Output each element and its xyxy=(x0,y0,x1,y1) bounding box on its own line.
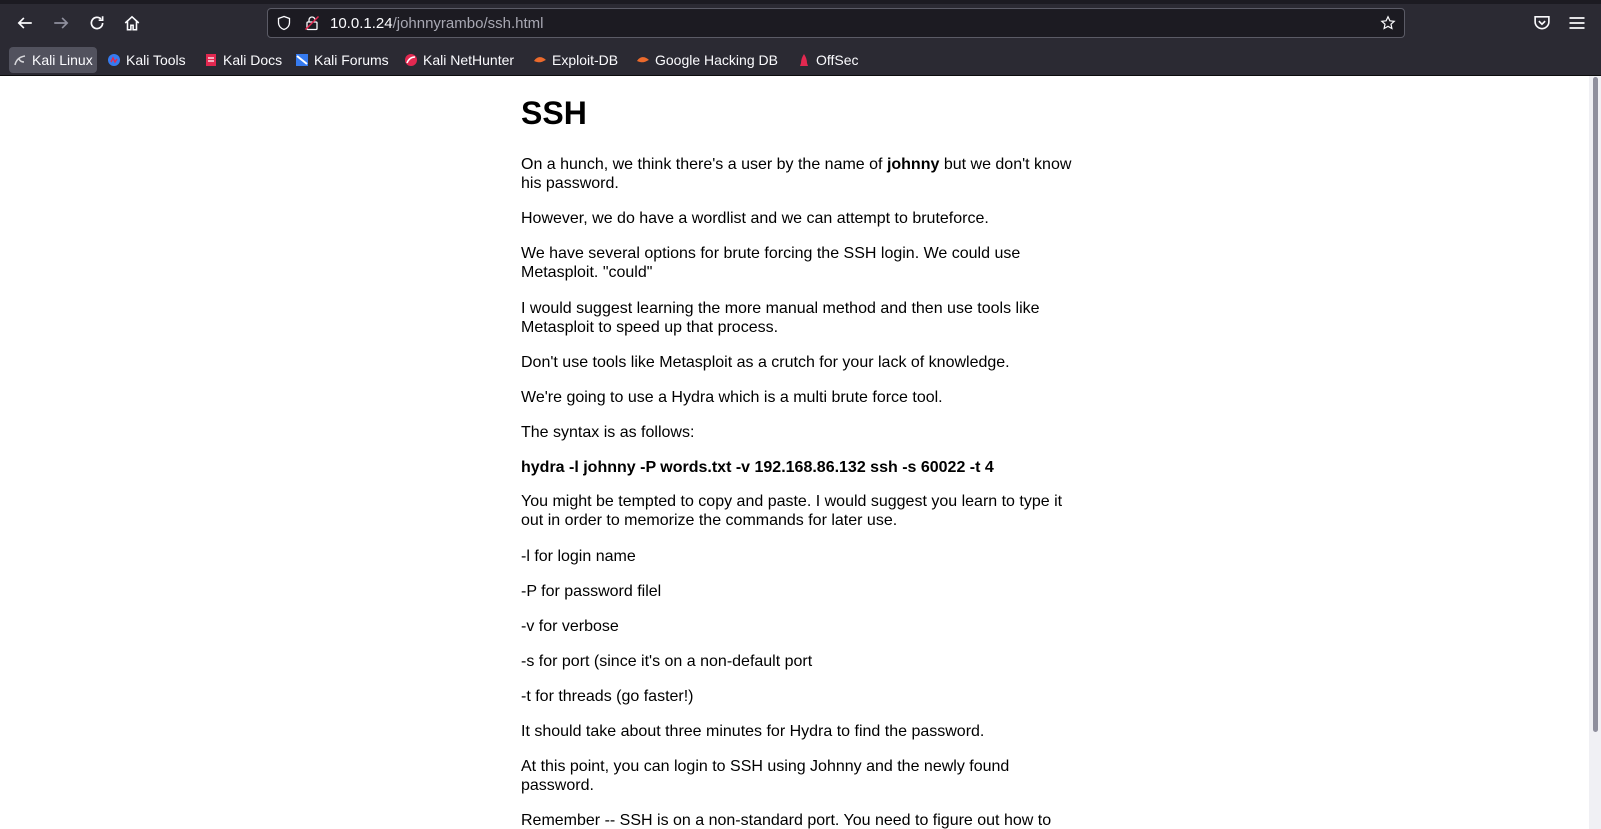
bookmark-offsec[interactable]: OffSec xyxy=(797,47,859,73)
bookmarks-toolbar: Kali Linux Kali Tools Kali Docs Kali For… xyxy=(0,46,1601,76)
duration-paragraph: It should take about three minutes for H… xyxy=(521,723,985,740)
hydra-command: hydra -l johnny -P words.txt -v 192.168.… xyxy=(521,459,994,476)
bookmark-label: Google Hacking DB xyxy=(655,52,778,68)
bookmark-kali-forums[interactable]: Kali Forums xyxy=(295,47,389,73)
menu-hamburger-icon[interactable] xyxy=(1567,13,1587,33)
hydra-paragraph: We're going to use a Hydra which is a mu… xyxy=(521,389,943,406)
exploit-db-icon xyxy=(534,57,546,63)
flag-port: -s for port (since it's on a non-default… xyxy=(521,653,813,670)
back-arrow-icon xyxy=(17,17,32,29)
url-path: /johnnyrambo/ssh.html xyxy=(392,15,544,32)
bookmark-kali-nethunter[interactable]: Kali NetHunter xyxy=(404,47,514,73)
kali-tools-icon xyxy=(108,54,120,66)
bookmark-star-icon[interactable] xyxy=(1380,15,1396,31)
bookmark-label: Kali Linux xyxy=(32,52,93,68)
scrollbar-thumb[interactable] xyxy=(1593,77,1598,732)
tracking-protection-shield-icon[interactable] xyxy=(276,15,292,31)
port-reminder-paragraph: Remember -- SSH is on a non-standard por… xyxy=(521,812,1052,829)
forward-button[interactable] xyxy=(46,9,76,37)
reload-icon xyxy=(90,16,104,30)
home-button[interactable] xyxy=(117,9,147,37)
username-johnny: johnny xyxy=(886,156,940,173)
tab-strip-edge xyxy=(0,0,1601,4)
wordlist-paragraph: However, we do have a wordlist and we ca… xyxy=(521,210,989,227)
bookmark-label: Kali Docs xyxy=(223,52,283,68)
flag-verbose: -v for verbose xyxy=(521,618,619,635)
kali-forums-icon xyxy=(296,54,308,66)
bookmark-google-hacking-db[interactable]: Google Hacking DB xyxy=(636,47,778,73)
pocket-icon[interactable] xyxy=(1532,13,1552,33)
kali-dragon-icon xyxy=(14,55,26,66)
offsec-icon xyxy=(800,54,808,66)
bookmark-label: Kali Tools xyxy=(126,52,186,68)
page-viewport: SSH On a hunch, we think there's a user … xyxy=(0,76,1589,829)
crutch-paragraph: Don't use tools like Metasploit as a cru… xyxy=(521,354,1010,371)
bookmark-label: OffSec xyxy=(816,52,859,68)
forward-arrow-icon xyxy=(54,17,69,29)
kali-nethunter-icon xyxy=(405,54,417,66)
url-host: 10.0.1.24 xyxy=(330,15,393,32)
bookmark-kali-docs[interactable]: Kali Docs xyxy=(204,47,282,73)
bookmark-label: Kali NetHunter xyxy=(423,52,515,68)
intro-paragraph: On a hunch, we think there's a user by t… xyxy=(521,156,1072,192)
page-title: SSH xyxy=(521,95,587,131)
kali-docs-icon xyxy=(206,54,216,66)
url-bar[interactable]: 10.0.1.24/johnnyrambo/ssh.html xyxy=(267,8,1405,38)
ghdb-icon xyxy=(637,57,649,63)
copy-paste-paragraph: You might be tempted to copy and paste. … xyxy=(521,493,1063,529)
options-paragraph: We have several options for brute forcin… xyxy=(521,245,1021,281)
bookmark-label: Kali Forums xyxy=(314,52,389,68)
home-icon xyxy=(124,15,140,31)
manual-method-paragraph: I would suggest learning the more manual… xyxy=(521,300,1040,336)
flag-login: -l for login name xyxy=(521,548,636,565)
flag-threads: -t for threads (go faster!) xyxy=(521,688,694,705)
browser-toolbar: 10.0.1.24/johnnyrambo/ssh.html xyxy=(0,0,1601,46)
bookmark-exploit-db[interactable]: Exploit-DB xyxy=(533,47,618,73)
bookmark-kali-linux[interactable]: Kali Linux xyxy=(9,47,97,73)
url-text[interactable]: 10.0.1.24/johnnyrambo/ssh.html xyxy=(330,15,543,32)
reload-button[interactable] xyxy=(82,9,112,37)
flag-password: -P for password filel xyxy=(521,583,662,600)
insecure-lock-icon[interactable] xyxy=(304,15,320,31)
syntax-paragraph: The syntax is as follows: xyxy=(521,424,695,441)
login-paragraph: At this point, you can login to SSH usin… xyxy=(521,758,1010,794)
back-button[interactable] xyxy=(10,9,40,37)
bookmark-kali-tools[interactable]: Kali Tools xyxy=(107,47,186,73)
bookmark-label: Exploit-DB xyxy=(552,52,619,68)
